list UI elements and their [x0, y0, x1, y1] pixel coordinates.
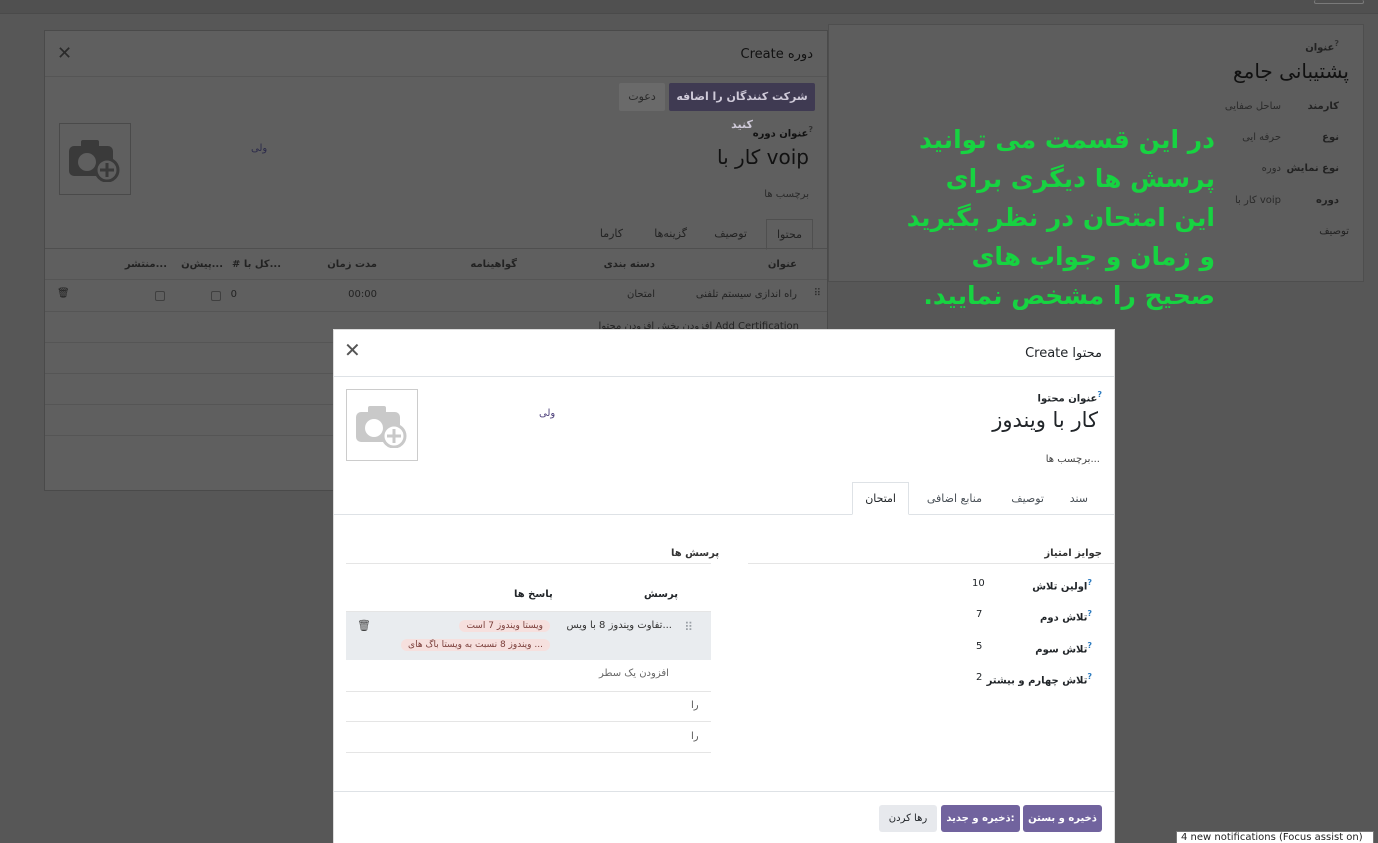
topbar-button[interactable]: [1314, 0, 1364, 4]
divider: [346, 721, 711, 722]
save-close-button[interactable]: ذخیره و بستن: [1023, 805, 1102, 832]
discard-button[interactable]: رها کردن: [879, 805, 937, 832]
course-image[interactable]: [59, 123, 131, 195]
karma-label: تلاش چهارم و بیشتر?: [986, 672, 1092, 687]
bg-field-value: کار با voip: [1235, 195, 1281, 206]
bg-field-label: نوع نمایش: [1286, 163, 1339, 174]
trash-icon[interactable]: 🗑: [57, 288, 70, 299]
close-icon[interactable]: ✕: [57, 43, 72, 64]
karma-value[interactable]: 10: [972, 578, 985, 589]
column-header[interactable]: مدت زمان: [327, 259, 377, 270]
column-header-answers[interactable]: پاسخ ها: [514, 589, 553, 600]
karma-row: تلاش دوم? 7: [972, 607, 1102, 627]
bg-field-label: توصیف: [1319, 226, 1349, 237]
column-header[interactable]: عنوان: [768, 259, 797, 270]
bg-field-label: نوع: [1322, 132, 1339, 143]
tab-document[interactable]: سند: [1070, 492, 1088, 505]
course-dialog-header: Create دوره ✕: [45, 31, 827, 77]
karma-row: تلاش سوم? 5: [972, 639, 1102, 659]
course-tabs: محتوا توصیف گزینه‌ها کارما: [45, 219, 827, 250]
content-name-input[interactable]: کار با ویندوز: [992, 408, 1098, 432]
tags-input[interactable]: برچسب ها...: [1046, 454, 1100, 465]
column-header[interactable]: پیش‌ن...: [181, 259, 223, 270]
content-name-label: عنوان محتوا?: [1037, 390, 1102, 405]
trash-icon[interactable]: 🗑: [357, 619, 371, 632]
row-title: راه اندازی سیستم تلفنی: [695, 289, 797, 300]
bg-field-value: ساحل صفایی: [1224, 101, 1281, 112]
question-text: تفاوت ویندوز 8 با ویس...: [566, 620, 672, 631]
divider: [346, 691, 711, 692]
content-image[interactable]: [346, 389, 418, 461]
drag-handle-icon[interactable]: ⠿: [814, 288, 821, 299]
responsible-user[interactable]: ولی: [539, 408, 555, 419]
bg-field-value: حرفه ایی: [1242, 132, 1281, 143]
empty-row-text: را: [691, 731, 699, 742]
karma-row: تلاش چهارم و بیشتر? 2: [972, 670, 1102, 690]
checkbox[interactable]: [211, 291, 221, 301]
karma-label: اولین تلاش?: [1032, 578, 1092, 593]
karma-label: تلاش سوم?: [1035, 641, 1092, 656]
tab-quiz[interactable]: امتحان: [852, 482, 909, 515]
column-header[interactable]: # کل با...: [232, 259, 281, 270]
question-row[interactable]: ⠿ تفاوت ویندوز 8 با ویس... ویستا ویندوز …: [346, 612, 711, 660]
tags-input[interactable]: برچسب ها: [764, 189, 809, 200]
tab-description[interactable]: توصیف: [714, 227, 747, 240]
divider: [748, 563, 1114, 564]
tab-options[interactable]: گزینه‌ها: [654, 227, 687, 240]
divider: [346, 752, 711, 753]
karma-value[interactable]: 7: [976, 609, 982, 620]
camera-add-icon: [356, 406, 407, 448]
karma-value[interactable]: 2: [976, 672, 982, 683]
column-header[interactable]: منتشر...: [125, 259, 167, 270]
tab-content[interactable]: محتوا: [765, 219, 813, 250]
answer-tag[interactable]: ویستا ویندوز 7 است: [459, 620, 550, 632]
tab-karma[interactable]: کارما: [600, 227, 623, 240]
footer-divider: [334, 791, 1114, 792]
content-dialog: Create محتوا ✕ ولی عنوان محتوا? کار با و…: [333, 329, 1115, 843]
column-header[interactable]: گواهینامه: [470, 259, 517, 270]
camera-add-icon: [69, 140, 120, 182]
row-category: امتحان: [627, 289, 655, 300]
top-navbar: [0, 0, 1378, 14]
checkbox[interactable]: [155, 291, 165, 301]
karma-value[interactable]: 5: [976, 641, 982, 652]
column-header[interactable]: دسته بندی: [604, 259, 655, 270]
bg-title-label: عنوان?: [1305, 39, 1339, 54]
invite-button[interactable]: دعوت: [619, 83, 665, 111]
content-tabs: سند توصیف منابع اضافی امتحان: [334, 482, 1114, 515]
close-icon[interactable]: ✕: [344, 340, 361, 360]
karma-label: تلاش دوم?: [1040, 609, 1092, 624]
tab-additional-resources[interactable]: منابع اضافی: [927, 492, 982, 505]
table-row[interactable]: ⠿ راه اندازی سیستم تلفنی امتحان 00:00 0 …: [45, 279, 827, 310]
tab-description[interactable]: توصیف: [1011, 492, 1044, 505]
add-attendees-button[interactable]: شرکت کنندگان را اضافه کنید: [669, 83, 815, 131]
column-header-question[interactable]: پرسش: [644, 589, 678, 600]
empty-row-text: را: [691, 700, 699, 711]
karma-section-title: جوایز امتیاز: [1044, 548, 1102, 559]
content-dialog-title: Create محتوا: [1025, 346, 1102, 361]
notification-toast[interactable]: 4 new notifications (Focus assist on): [1176, 831, 1374, 843]
bg-field-value: دوره: [1261, 163, 1281, 174]
karma-row: اولین تلاش? 10: [972, 576, 1102, 596]
row-duration: 00:00: [348, 289, 377, 300]
instruction-text: در این قسمت می توانید پرسش ها دیگری برای…: [906, 125, 1215, 310]
save-new-button[interactable]: ذخیره و جدید:: [941, 805, 1020, 832]
answer-tag[interactable]: ویندوز 8 نسبت به ویستا باگ های ...: [401, 639, 550, 651]
divider: [346, 563, 711, 564]
bg-field-label: کارمند: [1307, 101, 1339, 112]
course-name-input[interactable]: کار با voip: [717, 145, 809, 169]
course-dialog-title: Create دوره: [740, 47, 813, 62]
row-count: 0: [230, 289, 237, 300]
content-dialog-header: Create محتوا ✕: [334, 330, 1114, 377]
drag-handle-icon[interactable]: ⠿: [684, 620, 693, 634]
bg-field-label: دوره: [1315, 195, 1339, 206]
responsible-user[interactable]: ولی: [251, 143, 267, 154]
bg-title-value: پشتیبانی جامع: [1232, 59, 1349, 83]
course-name-label: عنوان دوره?: [752, 125, 813, 140]
add-line-link[interactable]: افزودن یک سطر: [599, 668, 669, 679]
questions-section-title: پرسش ها: [671, 548, 720, 559]
